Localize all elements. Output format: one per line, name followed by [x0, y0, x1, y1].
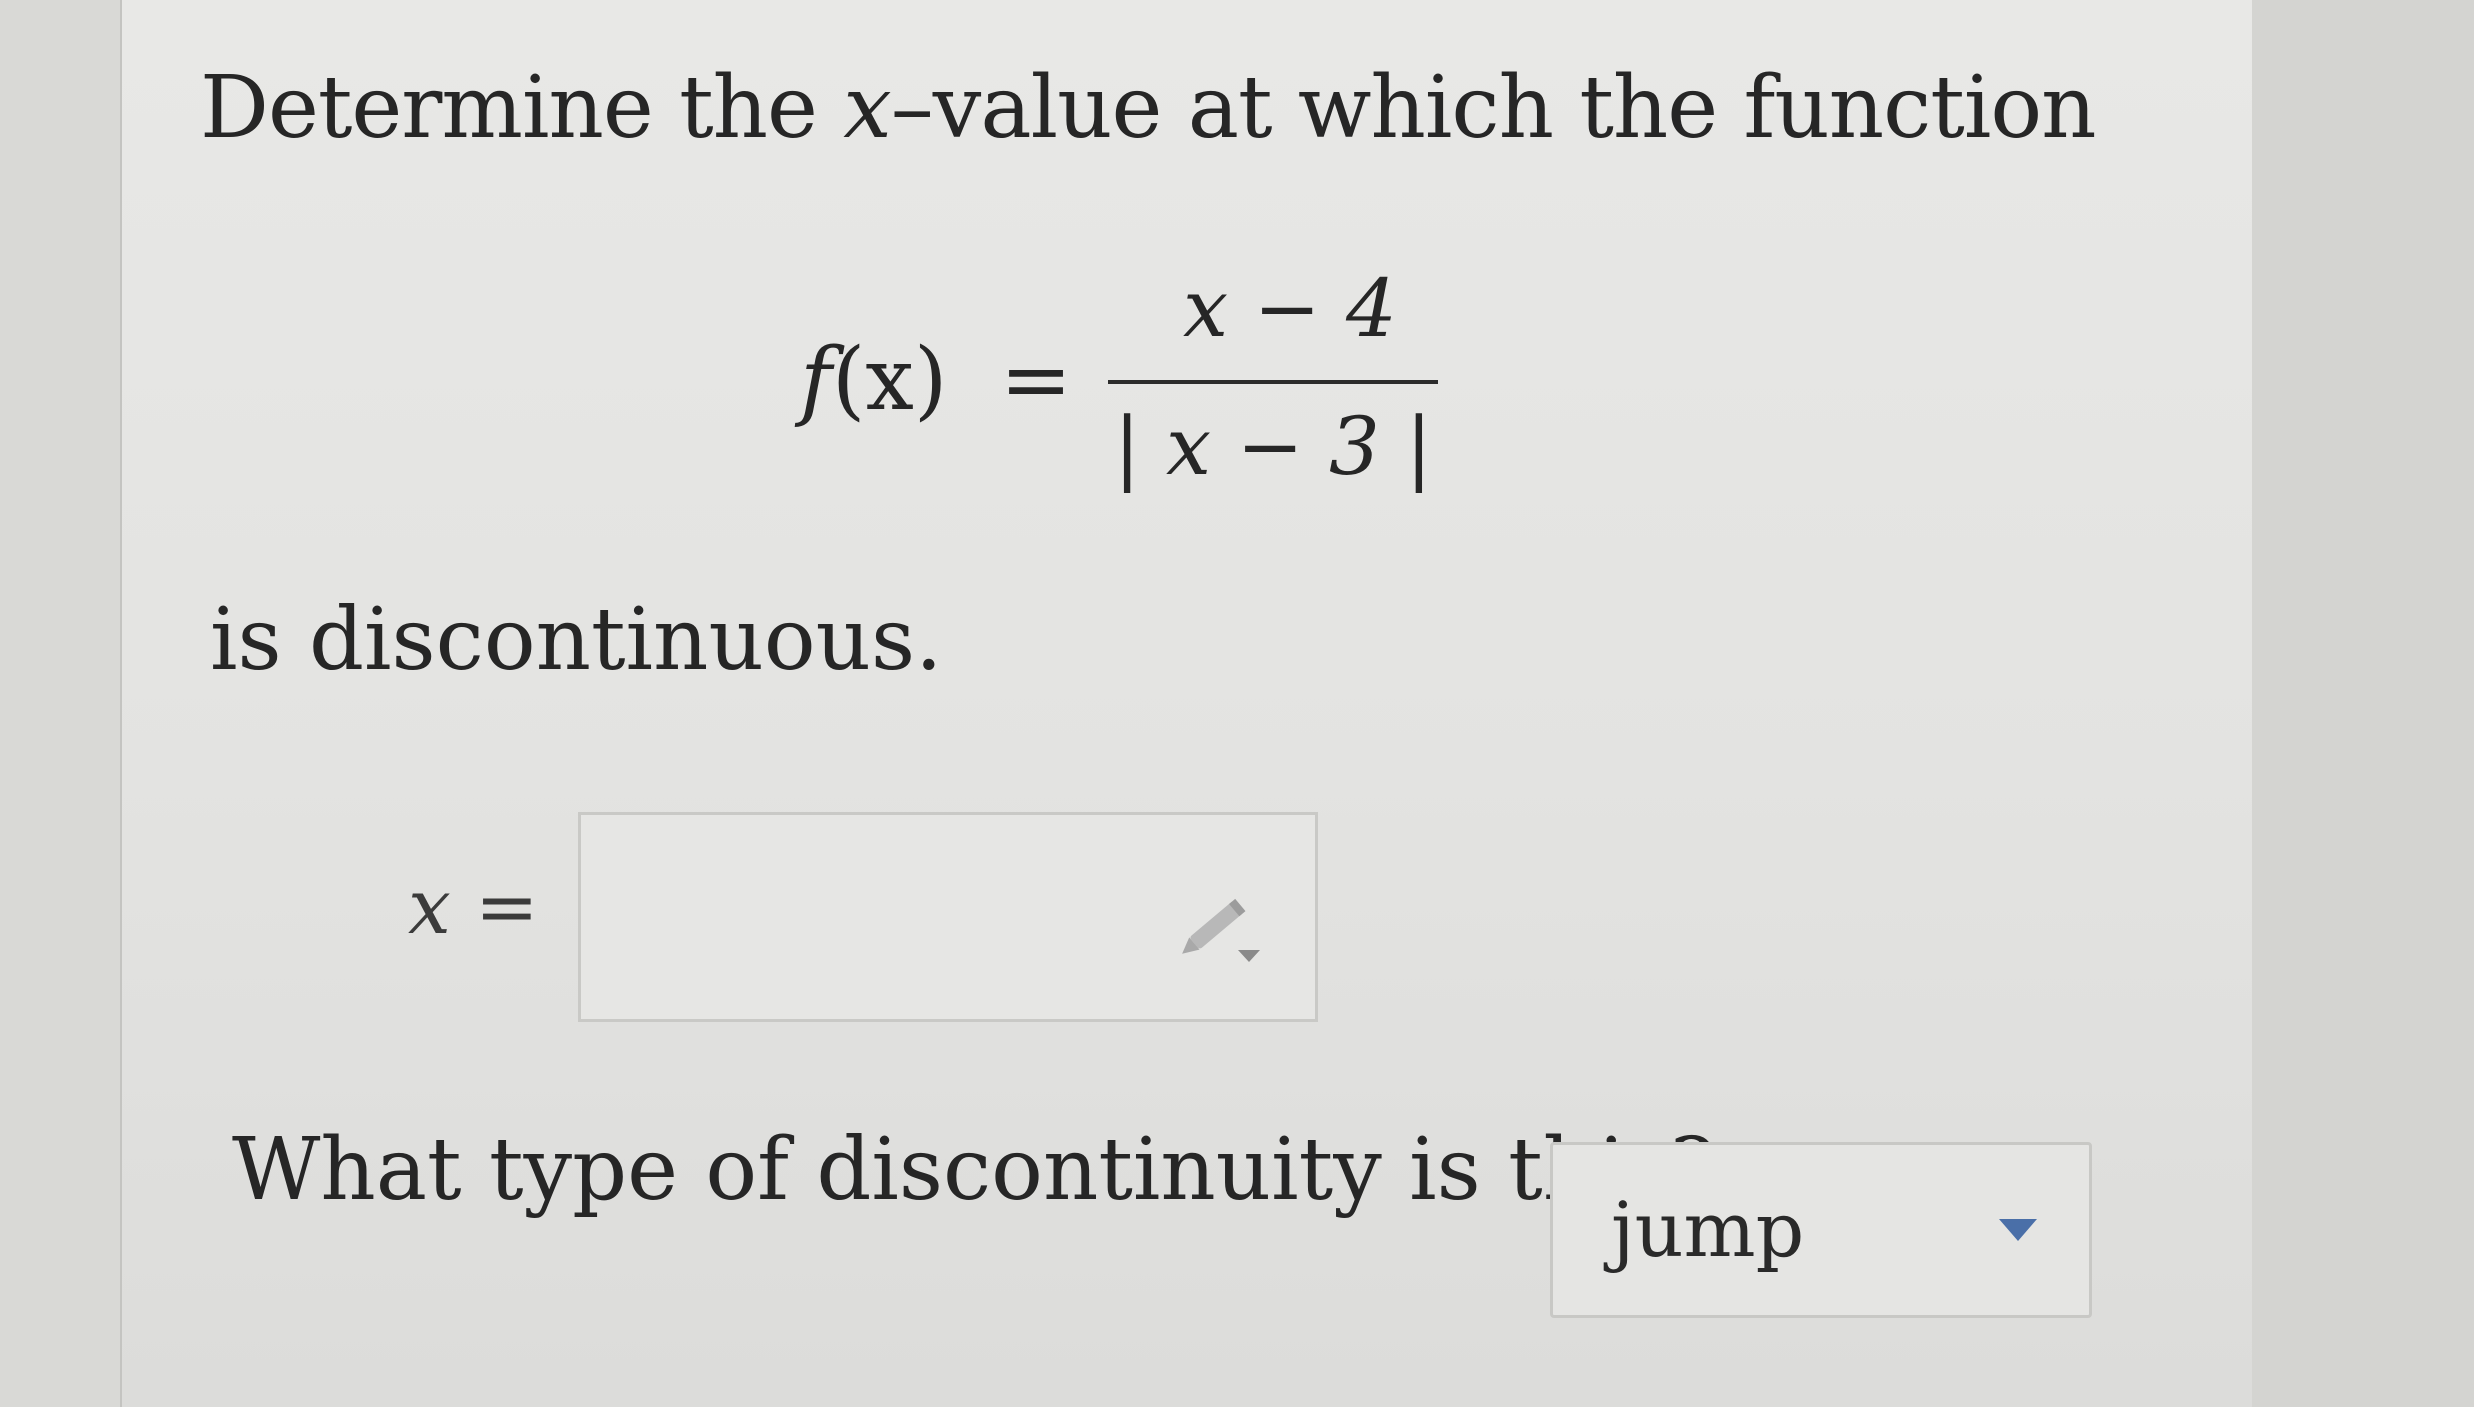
function-formula: f(x) = x − 4 | x − 3 |	[800, 262, 1500, 520]
fraction-numerator: x − 4	[1183, 262, 1397, 355]
prompt-text-end: –value at which the function	[890, 58, 2097, 158]
fraction-denominator: | x − 3 |	[1113, 400, 1433, 493]
right-margin	[2252, 0, 2474, 1407]
question-prompt: Determine the x–value at which the funct…	[200, 58, 2097, 158]
pencil-icon[interactable]	[1168, 880, 1268, 970]
fraction-bar	[1108, 380, 1438, 384]
prompt-variable: x	[843, 58, 892, 158]
chevron-down-icon[interactable]	[1999, 1219, 2037, 1241]
discontinuity-type-question: What type of discontinuity is this?	[232, 1120, 1716, 1220]
discontinuity-type-select[interactable]: jump	[1550, 1142, 2092, 1318]
question-continuation: is discontinuous.	[210, 590, 943, 690]
function-name: f	[800, 330, 832, 430]
function-lhs: f(x)	[800, 330, 947, 430]
prompt-text-start: Determine the	[200, 58, 844, 158]
function-argument: (x)	[831, 330, 948, 430]
answer-label: x =	[408, 862, 539, 951]
select-value: jump	[1611, 1185, 1805, 1274]
equals-sign: =	[1000, 330, 1073, 430]
